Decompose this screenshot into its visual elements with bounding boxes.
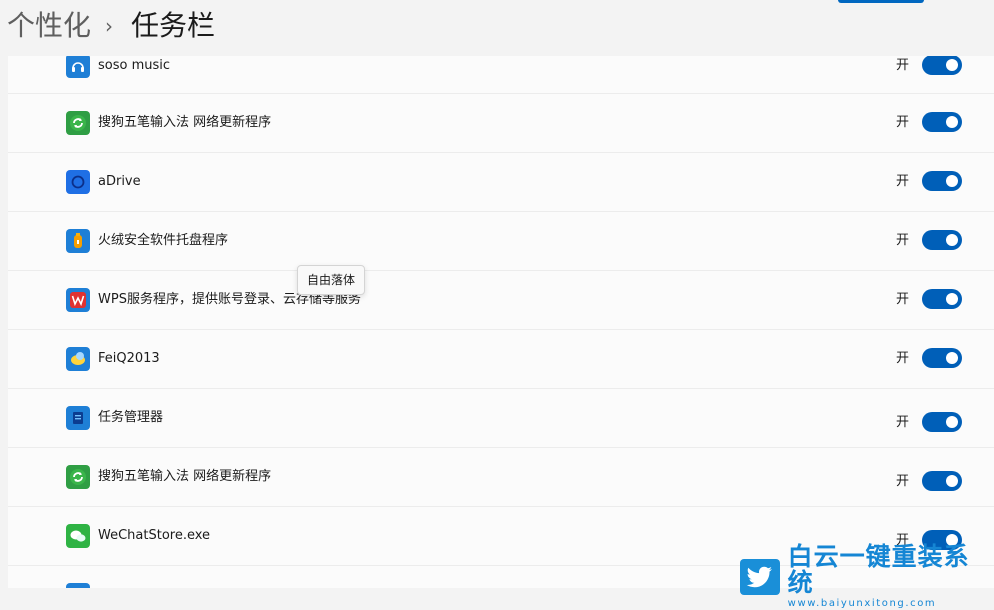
huorong-icon (66, 229, 90, 253)
tooltip: 自由落体 (297, 265, 366, 295)
app-name: 任务管理器 (98, 410, 164, 425)
app-name: WeChatStore.exe (98, 528, 211, 543)
toggle-knob (946, 234, 958, 246)
task-manager-icon (66, 406, 90, 430)
toggle-knob (946, 475, 958, 487)
toggle-state-label: 开 (896, 474, 910, 489)
watermark: 白云一键重装系统 www.baiyunxitong.com (740, 544, 994, 610)
toggle-state-label: 开 (896, 233, 910, 248)
app-toggle[interactable] (922, 112, 962, 132)
list-item: aDrive 开 (8, 152, 994, 211)
page-title: 任务栏 (131, 9, 216, 42)
chevron-right-icon: › (105, 14, 114, 38)
app-name: 搜狗五笔输入法 网络更新程序 (98, 115, 272, 130)
app-toggle[interactable] (922, 56, 962, 75)
page-header: 个性化 › 任务栏 (0, 0, 994, 56)
list-item: soso music 开 (8, 56, 994, 95)
toggle-knob (946, 416, 958, 428)
breadcrumb-personalization[interactable]: 个性化 (7, 6, 91, 46)
toggle-knob (946, 59, 958, 71)
toggle-state-label: 开 (896, 174, 910, 189)
app-name: aDrive (98, 174, 141, 189)
list-item: 搜狗五笔输入法 网络更新程序 开 (8, 447, 994, 506)
breadcrumb: 个性化 › 任务栏 (7, 6, 215, 46)
toggle-knob (946, 175, 958, 187)
scroll-indicator (838, 0, 924, 3)
toggle-state-label: 开 (896, 351, 910, 366)
feiq-icon (66, 347, 90, 371)
app-toggle[interactable] (922, 230, 962, 250)
toggle-state-label: 开 (896, 415, 910, 430)
app-name: 搜狗五笔输入法 网络更新程序 (98, 469, 272, 484)
list-item: WPS服务程序，提供账号登录、云存储等服务 开 (8, 270, 994, 329)
toggle-state-label: 开 (896, 292, 910, 307)
toggle-knob (946, 116, 958, 128)
toggle-knob (946, 293, 958, 305)
app-toggle[interactable] (922, 412, 962, 432)
toggle-state-label: 开 (896, 58, 910, 73)
adrive-icon (66, 170, 90, 194)
sogou-update-icon (66, 465, 90, 489)
wechat-icon (66, 524, 90, 548)
taskbar-apps-list: soso music 开 搜狗五笔输入法 网络更新程序 开 aDrive 开 火… (8, 56, 994, 588)
app-toggle[interactable] (922, 471, 962, 491)
watermark-url: www.baiyunxitong.com (787, 598, 937, 609)
music-app-icon (66, 56, 90, 78)
app-toggle[interactable] (922, 348, 962, 368)
list-item: 火绒安全软件托盘程序 开 (8, 211, 994, 270)
wps-icon (66, 288, 90, 312)
watermark-title: 白云一键重装系统 (787, 542, 970, 597)
app-name: 火绒安全软件托盘程序 (98, 233, 229, 248)
app-name: FeiQ2013 (98, 351, 160, 366)
sogou-update-icon (66, 111, 90, 135)
list-item: 任务管理器 开 (8, 388, 994, 447)
toggle-knob (946, 352, 958, 364)
list-item: FeiQ2013 开 (8, 329, 994, 388)
app-name: soso music (98, 58, 171, 73)
toggle-state-label: 开 (896, 115, 910, 130)
list-item: 搜狗五笔输入法 网络更新程序 开 (8, 93, 994, 152)
app-toggle[interactable] (922, 289, 962, 309)
app-toggle[interactable] (922, 171, 962, 191)
app-icon (66, 583, 90, 588)
bird-logo-icon (740, 559, 780, 595)
